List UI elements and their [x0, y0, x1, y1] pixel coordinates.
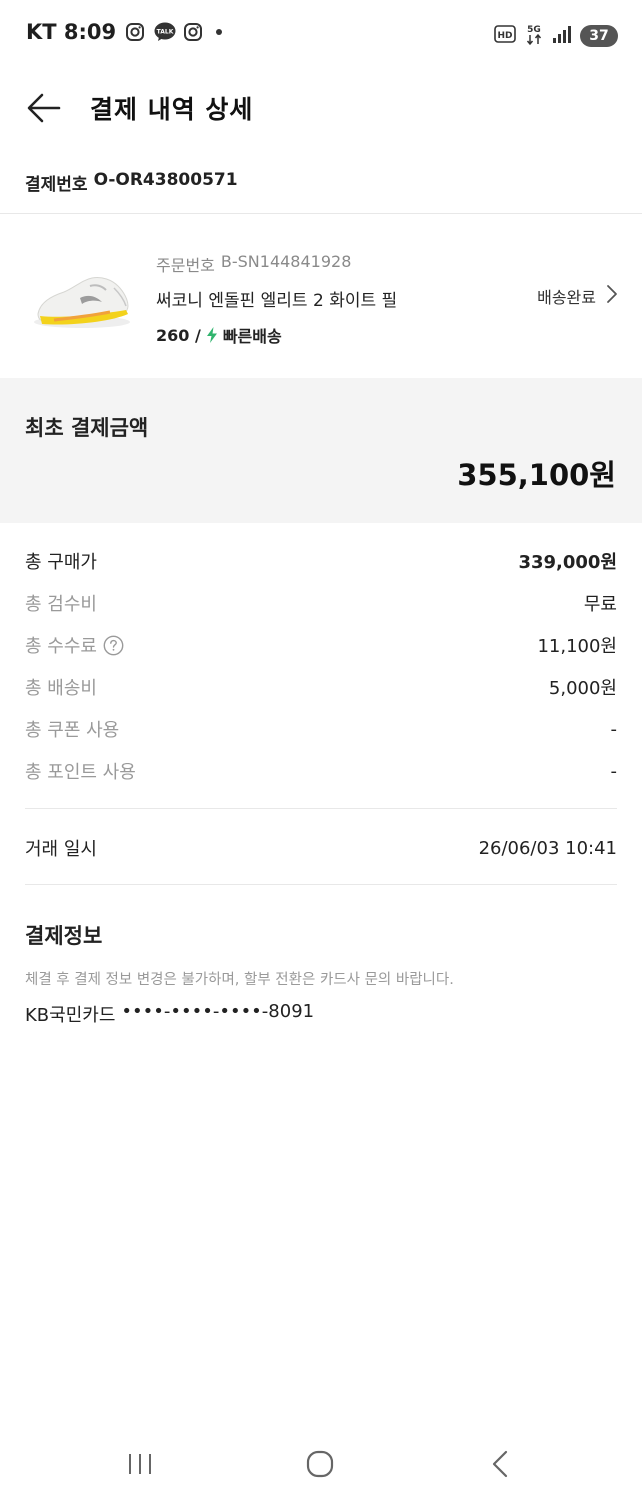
divider [25, 884, 617, 885]
trade-datetime-row: 거래 일시 26/06/03 10:41 [25, 830, 617, 866]
payment-number: 결제번호 O-OR43800571 [25, 170, 238, 195]
breakdown-value: 5,000원 [548, 678, 617, 699]
network-5g-icon: 5G [524, 22, 544, 50]
recent-apps-button[interactable] [120, 1450, 160, 1482]
system-nav-bar [0, 1428, 642, 1500]
arrow-left-icon [27, 93, 61, 127]
payment-info-title: 결제정보 [25, 924, 103, 948]
home-button[interactable] [300, 1450, 340, 1482]
payment-info-section: 결제정보 체결 후 결제 정보 변경은 불가하며, 할부 전환은 카드사 문의 … [25, 920, 617, 1027]
shipping-type: 빠른배송 [222, 327, 282, 346]
breakdown-value: 무료 [583, 594, 617, 615]
page-title: 결제 내역 상세 [90, 95, 254, 124]
trade-datetime-value: 26/06/03 10:41 [478, 837, 617, 859]
breakdown-row: 총 구매가 339,000원 [25, 540, 617, 582]
initial-amount-value: 355,100원 [457, 458, 616, 492]
home-icon [306, 1450, 334, 1482]
signal-icon [552, 24, 572, 48]
card-number: ••••-••••-••••-8091 [121, 1001, 315, 1022]
payment-number-label: 결제번호 [25, 175, 88, 195]
product-image [30, 266, 134, 338]
trade-datetime-label: 거래 일시 [25, 839, 97, 860]
breakdown-label: 총 구매가 [25, 552, 97, 573]
breakdown-label: 총 배송비 [25, 678, 97, 699]
kakao-label: TALK [157, 29, 174, 36]
product-info: 주문번호 B-SN144841928 써코니 엔돌핀 엘리트 2 화이트 필 2… [156, 252, 397, 347]
product-name: 써코니 엔돌핀 엘리트 2 화이트 필 [156, 291, 398, 311]
battery-icon: 37 [580, 25, 618, 47]
breakdown-row: 총 배송비 5,000원 [25, 666, 617, 708]
hd-label: HD [497, 31, 512, 41]
order-number: 주문번호 B-SN144841928 [156, 252, 397, 276]
breakdown-label: 총 포인트 사용 [25, 762, 136, 783]
back-icon [490, 1450, 510, 1482]
payment-info-notice: 체결 후 결제 정보 변경은 불가하며, 할부 전환은 카드사 문의 바랍니다. [25, 972, 454, 988]
order-number-label: 주문번호 [156, 256, 215, 275]
delivery-status-link[interactable]: 배송완료 [537, 284, 618, 308]
system-back-button[interactable] [480, 1450, 520, 1482]
breakdown-row: 총 포인트 사용 - [25, 750, 617, 792]
payment-number-row: 결제번호 O-OR43800571 [0, 148, 642, 214]
notification-dot-icon [216, 29, 223, 35]
help-icon[interactable] [103, 635, 124, 656]
status-bar: KT 8:09 TALK HD 5G 37 [0, 0, 642, 72]
back-button[interactable] [26, 92, 62, 128]
breakdown-row: 총 쿠폰 사용 - [25, 708, 617, 750]
breakdown-value: 339,000원 [518, 552, 617, 573]
delivery-status: 배송완료 [537, 288, 596, 307]
initial-amount-label: 최초 결제금액 [25, 416, 149, 440]
order-number-value: B-SN144841928 [220, 252, 352, 271]
breakdown-value: 11,100원 [537, 636, 617, 657]
hd-icon: HD [494, 25, 516, 47]
divider [25, 808, 617, 809]
breakdown-label: 총 쿠폰 사용 [25, 720, 120, 741]
initial-amount-section: 최초 결제금액 355,100원 [0, 378, 642, 523]
breakdown-row: 총 검수비 무료 [25, 582, 617, 624]
status-right: HD 5G 37 [494, 22, 618, 50]
price-breakdown: 총 구매가 339,000원 총 검수비 무료 총 수수료 11,100원 총 … [25, 540, 617, 792]
breakdown-label: 총 수수료 [25, 636, 97, 657]
status-left: KT 8:09 TALK [26, 20, 223, 44]
app-header: 결제 내역 상세 [0, 72, 642, 148]
recent-apps-icon [127, 1452, 153, 1480]
product-row[interactable]: 주문번호 B-SN144841928 써코니 엔돌핀 엘리트 2 화이트 필 2… [0, 214, 642, 378]
payment-number-value: O-OR43800571 [93, 170, 238, 190]
lightning-icon [206, 327, 218, 343]
carrier-time: KT 8:09 [26, 20, 117, 44]
breakdown-value: - [610, 760, 618, 782]
chevron-right-icon [606, 284, 618, 308]
card-name: KB국민카드 [25, 1005, 116, 1026]
breakdown-label-wrap: 총 수수료 [25, 632, 124, 658]
product-option: 260 / 빠른배송 [156, 323, 397, 347]
payment-card: KB국민카드 ••••-••••-••••-8091 [25, 1001, 617, 1027]
product-size: 260 / [156, 325, 201, 345]
breakdown-row: 총 수수료 11,100원 [25, 624, 617, 666]
instagram-icon [125, 22, 145, 42]
instagram-icon [183, 22, 203, 42]
breakdown-label: 총 검수비 [25, 594, 97, 615]
breakdown-value: - [610, 718, 618, 740]
kakaotalk-icon: TALK [154, 22, 176, 42]
network-label: 5G [527, 25, 541, 35]
